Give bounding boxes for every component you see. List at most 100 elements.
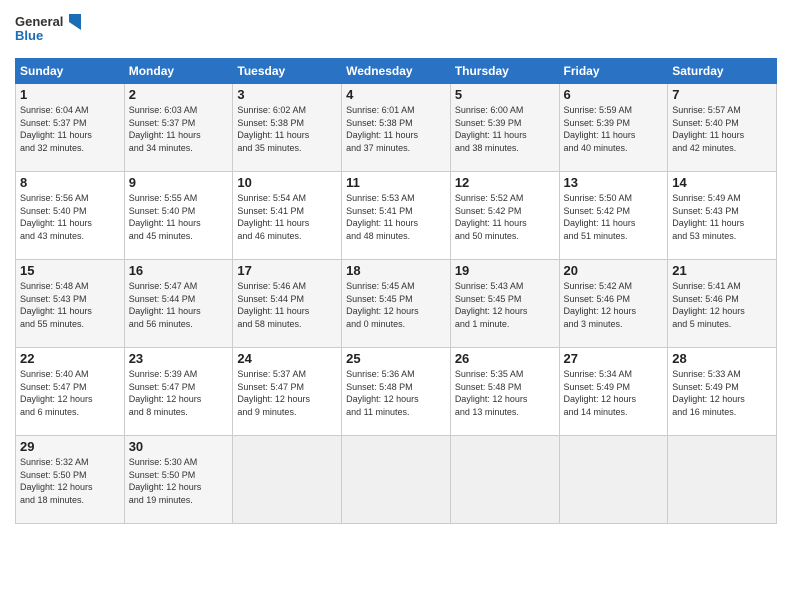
calendar-cell: 16 Sunrise: 5:47 AM Sunset: 5:44 PM Dayli… (124, 260, 233, 348)
day-info: Sunrise: 5:39 AM Sunset: 5:47 PM Dayligh… (129, 368, 229, 418)
day-number: 27 (564, 351, 664, 366)
day-info: Sunrise: 5:50 AM Sunset: 5:42 PM Dayligh… (564, 192, 664, 242)
day-info: Sunrise: 5:47 AM Sunset: 5:44 PM Dayligh… (129, 280, 229, 330)
calendar-cell: 11 Sunrise: 5:53 AM Sunset: 5:41 PM Dayli… (342, 172, 451, 260)
calendar-cell: 1 Sunrise: 6:04 AM Sunset: 5:37 PM Daylig… (16, 84, 125, 172)
day-info: Sunrise: 5:43 AM Sunset: 5:45 PM Dayligh… (455, 280, 555, 330)
calendar-cell: 28Sunrise: 5:33 AM Sunset: 5:49 PM Dayli… (668, 348, 777, 436)
day-number: 7 (672, 87, 772, 102)
day-info: Sunrise: 5:56 AM Sunset: 5:40 PM Dayligh… (20, 192, 120, 242)
calendar-cell: 15 Sunrise: 5:48 AM Sunset: 5:43 PM Dayli… (16, 260, 125, 348)
calendar-cell: 14 Sunrise: 5:49 AM Sunset: 5:43 PM Dayli… (668, 172, 777, 260)
calendar-cell: 27 Sunrise: 5:34 AM Sunset: 5:49 PM Dayli… (559, 348, 668, 436)
calendar-cell: 26Sunrise: 5:35 AM Sunset: 5:48 PM Dayli… (450, 348, 559, 436)
calendar-cell (559, 436, 668, 524)
calendar-cell: 4 Sunrise: 6:01 AM Sunset: 5:38 PM Daylig… (342, 84, 451, 172)
day-info: Sunrise: 5:52 AM Sunset: 5:42 PM Dayligh… (455, 192, 555, 242)
day-number: 30 (129, 439, 229, 454)
day-number: 14 (672, 175, 772, 190)
calendar-cell: 6 Sunrise: 5:59 AM Sunset: 5:39 PM Daylig… (559, 84, 668, 172)
day-number: 25 (346, 351, 446, 366)
calendar-week-3: 22 Sunrise: 5:40 AM Sunset: 5:47 PM Dayli… (16, 348, 777, 436)
calendar-cell: 13 Sunrise: 5:50 AM Sunset: 5:42 PM Dayli… (559, 172, 668, 260)
day-info: Sunrise: 5:49 AM Sunset: 5:43 PM Dayligh… (672, 192, 772, 242)
day-info: Sunrise: 6:01 AM Sunset: 5:38 PM Dayligh… (346, 104, 446, 154)
day-info: Sunrise: 5:32 AM Sunset: 5:50 PM Dayligh… (20, 456, 120, 506)
day-number: 9 (129, 175, 229, 190)
calendar-cell: 17 Sunrise: 5:46 AM Sunset: 5:44 PM Dayli… (233, 260, 342, 348)
header-row: SundayMondayTuesdayWednesdayThursdayFrid… (16, 59, 777, 84)
day-number: 6 (564, 87, 664, 102)
day-number: 5 (455, 87, 555, 102)
svg-text:General: General (15, 14, 63, 29)
day-info: Sunrise: 5:33 AM Sunset: 5:49 PM Dayligh… (672, 368, 772, 418)
day-info: Sunrise: 5:45 AM Sunset: 5:45 PM Dayligh… (346, 280, 446, 330)
day-number: 3 (237, 87, 337, 102)
header-cell-sunday: Sunday (16, 59, 125, 84)
day-number: 10 (237, 175, 337, 190)
day-number: 22 (20, 351, 120, 366)
calendar-cell (450, 436, 559, 524)
day-info: Sunrise: 5:40 AM Sunset: 5:47 PM Dayligh… (20, 368, 120, 418)
generalbue-logo: General Blue (15, 10, 85, 52)
day-number: 4 (346, 87, 446, 102)
calendar-week-4: 29 Sunrise: 5:32 AM Sunset: 5:50 PM Dayli… (16, 436, 777, 524)
day-number: 13 (564, 175, 664, 190)
day-number: 23 (129, 351, 229, 366)
day-number: 11 (346, 175, 446, 190)
day-info: Sunrise: 5:53 AM Sunset: 5:41 PM Dayligh… (346, 192, 446, 242)
day-info: Sunrise: 5:34 AM Sunset: 5:49 PM Dayligh… (564, 368, 664, 418)
calendar-table: SundayMondayTuesdayWednesdayThursdayFrid… (15, 58, 777, 524)
day-info: Sunrise: 5:36 AM Sunset: 5:48 PM Dayligh… (346, 368, 446, 418)
day-number: 1 (20, 87, 120, 102)
header-cell-wednesday: Wednesday (342, 59, 451, 84)
day-info: Sunrise: 5:59 AM Sunset: 5:39 PM Dayligh… (564, 104, 664, 154)
day-number: 16 (129, 263, 229, 278)
day-info: Sunrise: 6:03 AM Sunset: 5:37 PM Dayligh… (129, 104, 229, 154)
day-info: Sunrise: 5:41 AM Sunset: 5:46 PM Dayligh… (672, 280, 772, 330)
day-number: 17 (237, 263, 337, 278)
calendar-week-0: 1 Sunrise: 6:04 AM Sunset: 5:37 PM Daylig… (16, 84, 777, 172)
calendar-cell (342, 436, 451, 524)
svg-text:Blue: Blue (15, 28, 43, 43)
header-cell-friday: Friday (559, 59, 668, 84)
day-number: 15 (20, 263, 120, 278)
calendar-cell: 24Sunrise: 5:37 AM Sunset: 5:47 PM Dayli… (233, 348, 342, 436)
calendar-cell: 2 Sunrise: 6:03 AM Sunset: 5:37 PM Daylig… (124, 84, 233, 172)
day-info: Sunrise: 5:37 AM Sunset: 5:47 PM Dayligh… (237, 368, 337, 418)
calendar-cell: 29 Sunrise: 5:32 AM Sunset: 5:50 PM Dayli… (16, 436, 125, 524)
header-cell-thursday: Thursday (450, 59, 559, 84)
day-number: 18 (346, 263, 446, 278)
calendar-cell (233, 436, 342, 524)
day-number: 20 (564, 263, 664, 278)
day-info: Sunrise: 5:48 AM Sunset: 5:43 PM Dayligh… (20, 280, 120, 330)
day-info: Sunrise: 5:35 AM Sunset: 5:48 PM Dayligh… (455, 368, 555, 418)
calendar-cell: 12Sunrise: 5:52 AM Sunset: 5:42 PM Dayli… (450, 172, 559, 260)
day-number: 21 (672, 263, 772, 278)
calendar-cell: 8 Sunrise: 5:56 AM Sunset: 5:40 PM Daylig… (16, 172, 125, 260)
day-info: Sunrise: 6:04 AM Sunset: 5:37 PM Dayligh… (20, 104, 120, 154)
calendar-cell: 22 Sunrise: 5:40 AM Sunset: 5:47 PM Dayli… (16, 348, 125, 436)
day-number: 8 (20, 175, 120, 190)
day-info: Sunrise: 6:02 AM Sunset: 5:38 PM Dayligh… (237, 104, 337, 154)
calendar-cell: 5 Sunrise: 6:00 AM Sunset: 5:39 PM Daylig… (450, 84, 559, 172)
day-number: 2 (129, 87, 229, 102)
day-info: Sunrise: 6:00 AM Sunset: 5:39 PM Dayligh… (455, 104, 555, 154)
day-number: 19 (455, 263, 555, 278)
calendar-cell (668, 436, 777, 524)
calendar-cell: 23 Sunrise: 5:39 AM Sunset: 5:47 PM Dayli… (124, 348, 233, 436)
header: General Blue (15, 10, 777, 52)
calendar-cell: 21 Sunrise: 5:41 AM Sunset: 5:46 PM Dayli… (668, 260, 777, 348)
calendar-week-1: 8 Sunrise: 5:56 AM Sunset: 5:40 PM Daylig… (16, 172, 777, 260)
day-number: 29 (20, 439, 120, 454)
day-info: Sunrise: 5:54 AM Sunset: 5:41 PM Dayligh… (237, 192, 337, 242)
calendar-cell: 18 Sunrise: 5:45 AM Sunset: 5:45 PM Dayli… (342, 260, 451, 348)
header-cell-tuesday: Tuesday (233, 59, 342, 84)
day-info: Sunrise: 5:46 AM Sunset: 5:44 PM Dayligh… (237, 280, 337, 330)
calendar-cell: 3 Sunrise: 6:02 AM Sunset: 5:38 PM Daylig… (233, 84, 342, 172)
calendar-cell: 19 Sunrise: 5:43 AM Sunset: 5:45 PM Dayli… (450, 260, 559, 348)
calendar-cell: 30Sunrise: 5:30 AM Sunset: 5:50 PM Dayli… (124, 436, 233, 524)
header-cell-monday: Monday (124, 59, 233, 84)
calendar-week-2: 15 Sunrise: 5:48 AM Sunset: 5:43 PM Dayli… (16, 260, 777, 348)
header-cell-saturday: Saturday (668, 59, 777, 84)
